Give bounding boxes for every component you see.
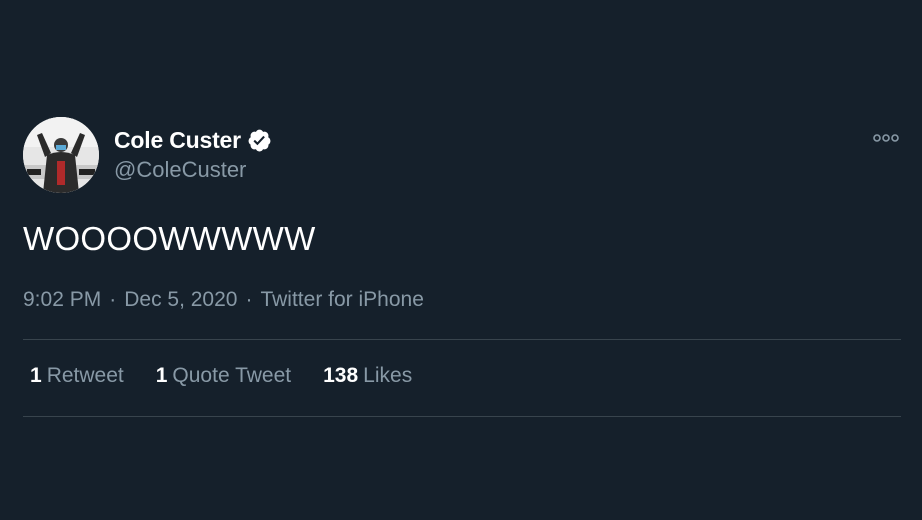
- tweet-source[interactable]: Twitter for iPhone: [260, 288, 423, 312]
- verified-badge-icon: [247, 128, 272, 153]
- author-name-row: Cole Custer: [114, 124, 272, 156]
- tweet-text: WOOOOWWWWW: [23, 220, 316, 257]
- meta-separator: ·: [109, 288, 117, 311]
- author-handle[interactable]: @ColeCuster: [114, 157, 246, 183]
- divider: [23, 416, 901, 417]
- quote-tweets-count: 1: [155, 364, 168, 387]
- likes-stat[interactable]: 138 Likes: [323, 364, 412, 388]
- author-display-name[interactable]: Cole Custer: [114, 127, 241, 154]
- quote-tweets-label: Quote Tweet: [172, 364, 292, 387]
- tweet-time[interactable]: 9:02 PM: [23, 288, 101, 312]
- divider: [23, 339, 901, 340]
- quote-tweets-stat[interactable]: 1 Quote Tweet: [156, 364, 291, 388]
- more-options-button[interactable]: [870, 128, 902, 148]
- retweets-stat[interactable]: 1 Retweet: [30, 364, 124, 388]
- tweet-card: Cole Custer @ColeCuster WOOOOWWWWW 9:02 …: [0, 0, 922, 520]
- likes-label: Likes: [363, 364, 413, 387]
- tweet-meta: 9:02 PM · Dec 5, 2020 · Twitter for iPho…: [23, 288, 424, 312]
- likes-count: 138: [323, 364, 359, 387]
- retweets-label: Retweet: [46, 364, 124, 387]
- retweets-count: 1: [30, 364, 42, 387]
- tweet-date[interactable]: Dec 5, 2020: [124, 288, 237, 312]
- tweet-stats: 1 Retweet 1 Quote Tweet 138 Likes: [30, 364, 444, 388]
- racer-celebrating-avatar-icon: [23, 117, 99, 193]
- more-horizontal-icon: [873, 134, 899, 142]
- meta-separator: ·: [245, 288, 253, 311]
- author-avatar[interactable]: [23, 117, 99, 193]
